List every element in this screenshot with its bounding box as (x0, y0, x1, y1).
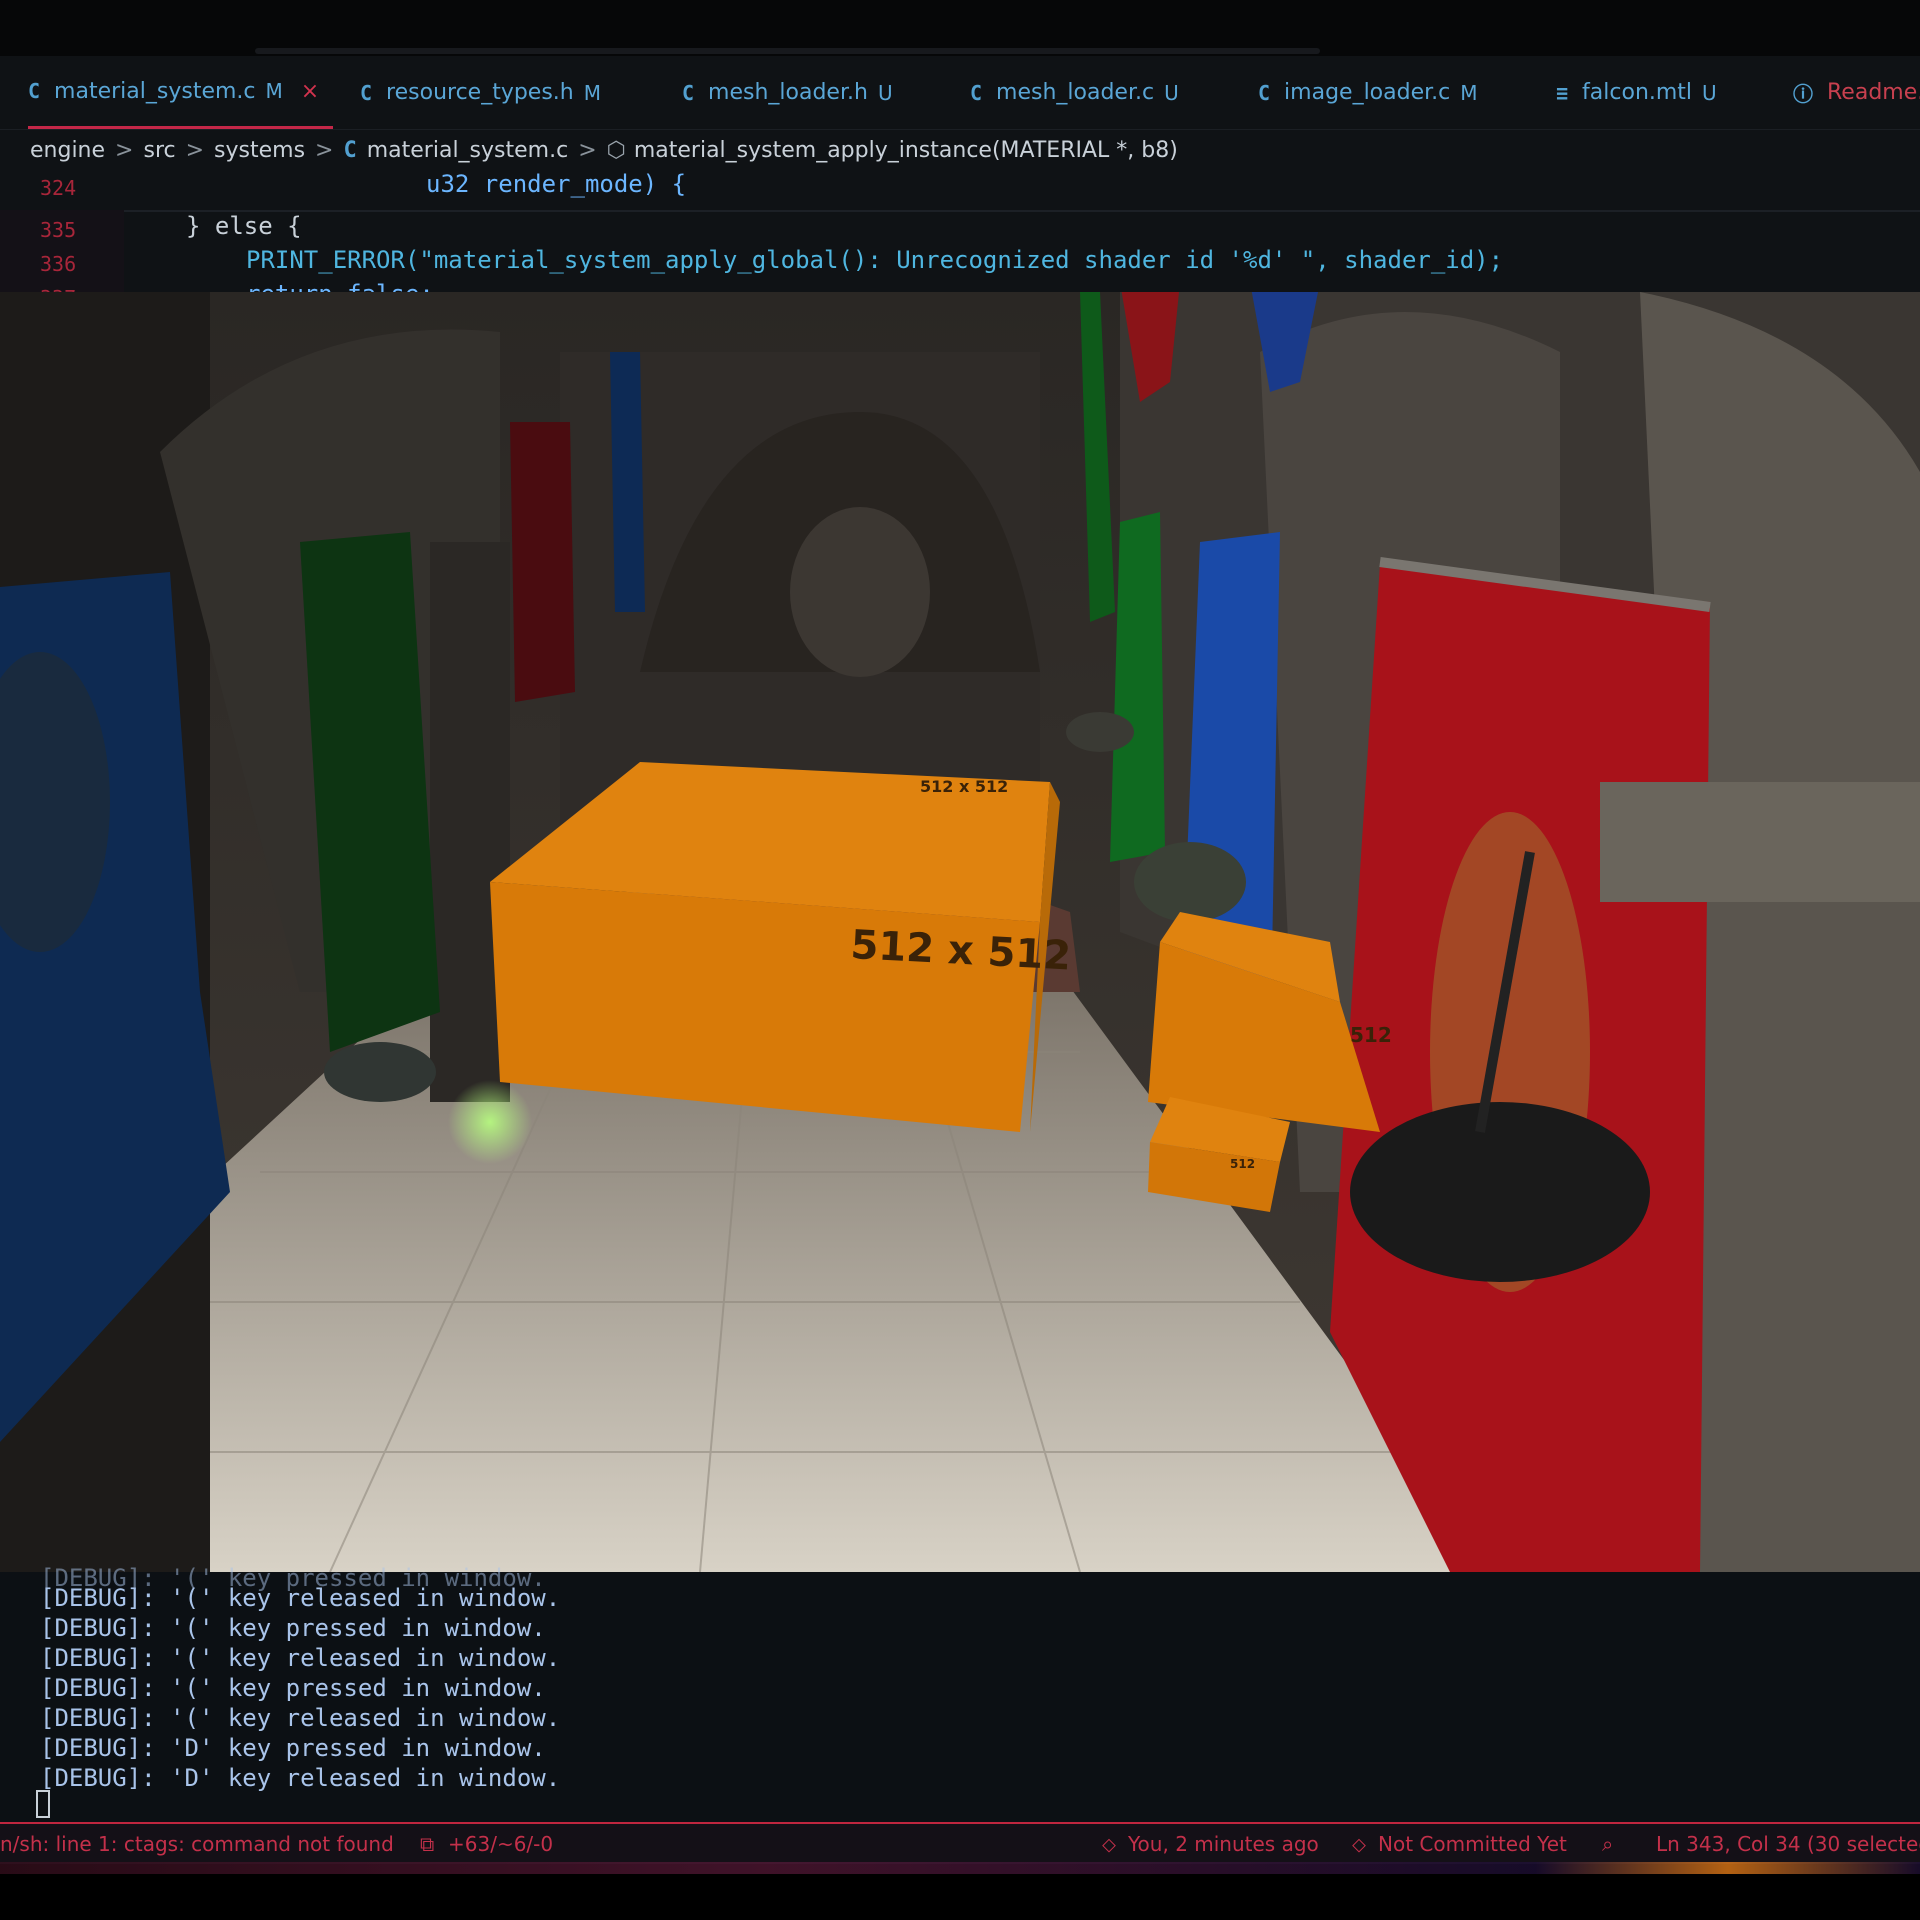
tab-label: image_loader.c (1284, 80, 1451, 105)
git-diff-stats[interactable]: +63/~6/-0 (448, 1832, 553, 1856)
stone-ledge (1600, 782, 1920, 902)
tab-label: mesh_loader.h (708, 80, 868, 105)
info-icon: ⓘ (1793, 82, 1813, 106)
point-light (448, 1080, 532, 1164)
brazier-lamp (1350, 1102, 1650, 1282)
text-file-icon: ≡ (1556, 80, 1569, 105)
status-error-message[interactable]: n/sh: line 1: ctags: command not found (0, 1832, 394, 1856)
chevron-right-icon: > (115, 137, 134, 163)
tab-status: M (1460, 80, 1478, 105)
tab-label: resource_types.h (386, 80, 574, 105)
search-icon[interactable]: ⌕ (1602, 1832, 1613, 1856)
close-icon[interactable]: × (301, 79, 319, 104)
titlebar-strip (255, 48, 1320, 54)
tab-readme[interactable]: ⓘ Readme. (1793, 56, 1920, 129)
line-number: 336 (40, 252, 77, 276)
box-label: 512 (1350, 1023, 1392, 1047)
c-file-icon: C (1258, 80, 1271, 105)
sponza-scene: 512 x 512 512 x 512 512 512 (0, 292, 1920, 1572)
tab-label: Readme. (1827, 80, 1920, 105)
cube-symbol-icon: ⬡ (606, 137, 626, 163)
editor-tab-bar: C material_system.c M × C resource_types… (0, 56, 1920, 130)
window-titlebar (0, 0, 1920, 56)
c-file-icon: C (682, 80, 695, 105)
breadcrumb-item[interactable]: src (143, 138, 175, 163)
c-file-icon: C (343, 137, 357, 163)
tab-resource-types-h[interactable]: C resource_types.h M (360, 56, 601, 129)
tab-label: material_system.c (54, 78, 256, 104)
line-number: 335 (40, 218, 77, 242)
code-text: } else { (186, 212, 302, 240)
terminal-line: [DEBUG]: '(' key released in window. (40, 1644, 561, 1672)
terminal-line: [DEBUG]: '(' key released in window. (40, 1704, 561, 1732)
box-label: 512 (1230, 1157, 1255, 1171)
breadcrumb-item[interactable]: material_system_apply_instance(MATERIAL … (634, 138, 1178, 163)
code-text: u32 render_mode) { (426, 170, 686, 198)
planter (1134, 842, 1246, 922)
tab-status: M (265, 79, 283, 103)
planter (1066, 712, 1134, 752)
c-file-icon: C (360, 80, 373, 105)
tab-mesh-loader-h[interactable]: C mesh_loader.h U (682, 56, 893, 129)
red-banner-left (510, 422, 575, 702)
c-file-icon: C (970, 80, 983, 105)
git-diff-icon: ⧉ (420, 1832, 435, 1856)
code-editor[interactable]: 324 u32 render_mode) { 335 } else { 336 … (0, 170, 1920, 292)
tab-status: M (583, 80, 602, 105)
tab-material-system-c[interactable]: C material_system.c M × (28, 56, 333, 129)
cursor-position[interactable]: Ln 343, Col 34 (30 selected (1656, 1832, 1920, 1856)
terminal-line: [DEBUG]: '(' key pressed in window. (40, 1674, 546, 1702)
tab-status: U (1702, 80, 1717, 105)
breadcrumb-item[interactable]: material_system.c (367, 138, 568, 163)
chevron-right-icon: > (578, 137, 597, 163)
git-blame[interactable]: You, 2 minutes ago (1128, 1832, 1319, 1856)
status-bar: n/sh: line 1: ctags: command not found ⧉… (0, 1822, 1920, 1864)
engine-render-viewport[interactable]: 512 x 512 512 x 512 512 512 (0, 292, 1920, 1572)
tab-label: falcon.mtl (1582, 80, 1693, 105)
screen-bottom (0, 1874, 1920, 1920)
line-number: 324 (40, 176, 77, 200)
tab-status: U (877, 80, 893, 105)
terminal-panel[interactable]: [DEBUG]: '(' key pressed in window. [DEB… (0, 1564, 1920, 1822)
terminal-line: [DEBUG]: '(' key released in window. (40, 1584, 561, 1612)
breadcrumb-item[interactable]: systems (214, 138, 305, 163)
code-text: return false; (246, 280, 434, 292)
code-text: PRINT_ERROR("material_system_apply_globa… (246, 246, 1504, 274)
blue-banner-far (610, 352, 645, 612)
tab-image-loader-c[interactable]: C image_loader.c M (1258, 56, 1478, 129)
breadcrumb: engine > src > systems > C material_syst… (0, 130, 1920, 170)
chevron-right-icon: > (185, 137, 205, 163)
code-text: u32 render_mode) { (426, 170, 687, 198)
commit-status[interactable]: Not Committed Yet (1378, 1832, 1567, 1856)
git-commit-icon: ⬦ (1102, 1832, 1116, 1856)
breadcrumb-item[interactable]: engine (30, 138, 105, 163)
chevron-right-icon: > (315, 137, 334, 163)
lion-relief (790, 507, 930, 677)
git-commit-icon: ⬦ (1352, 1832, 1366, 1856)
terminal-line: [DEBUG]: 'D' key released in window. (40, 1764, 561, 1792)
tab-falcon-mtl[interactable]: ≡ falcon.mtl U (1556, 56, 1717, 129)
box-label: 512 x 512 (920, 777, 1008, 796)
tab-status: U (1164, 80, 1179, 105)
c-file-icon: C (28, 79, 41, 103)
terminal-line: [DEBUG]: '(' key pressed in window. (40, 1614, 546, 1642)
tab-mesh-loader-c[interactable]: C mesh_loader.c U (970, 56, 1179, 129)
planter (324, 1042, 436, 1102)
taskbar-glow (0, 1862, 1920, 1874)
tab-label: mesh_loader.c (996, 80, 1155, 105)
terminal-cursor (36, 1790, 50, 1818)
terminal-line: [DEBUG]: 'D' key pressed in window. (40, 1734, 546, 1762)
